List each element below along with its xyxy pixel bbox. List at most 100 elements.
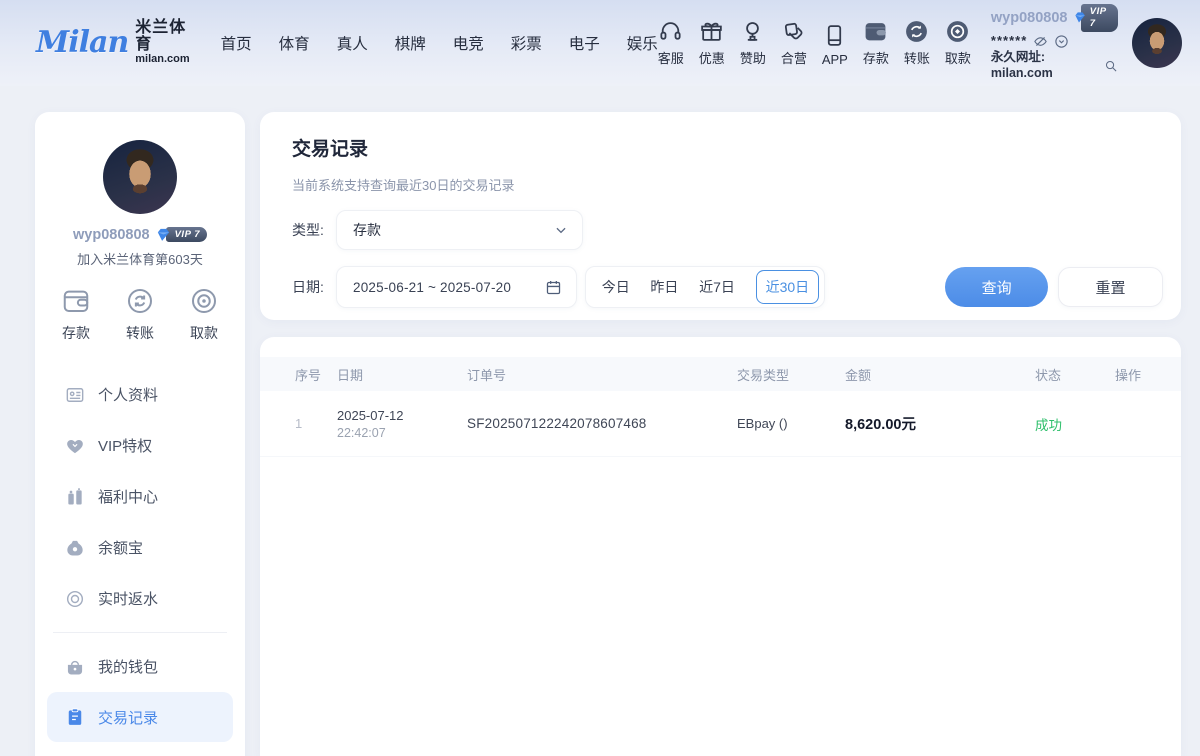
sidebar-quick-actions: 存款 转账 取款: [35, 286, 245, 343]
vip-gem-icon: [155, 226, 172, 243]
quick-link-label: 合营: [781, 48, 807, 67]
col-index: 序号: [295, 365, 337, 384]
chevron-down-icon: [554, 223, 568, 237]
quick-link-label: 赞助: [740, 48, 766, 67]
welfare-icon: [65, 487, 85, 507]
row-amount: 8,620.00元: [845, 413, 1035, 434]
logo-cn: 米兰体育: [135, 20, 190, 54]
quick-link-sponsor[interactable]: 赞助: [740, 19, 766, 67]
date-range-value: 2025-06-21 ~ 2025-07-20: [353, 280, 545, 295]
quick-action-label: 存款: [62, 323, 90, 343]
sidebar-item-yuebao[interactable]: 余额宝: [35, 522, 245, 573]
sidebar-item-transactions[interactable]: 交易记录: [47, 692, 233, 742]
header-avatar[interactable]: [1132, 18, 1182, 68]
quick-action-transfer[interactable]: 转账: [125, 286, 155, 343]
sidebar-item-label: VIP特权: [98, 435, 152, 456]
type-select-value: 存款: [353, 220, 554, 240]
row-date-time: 22:42:07: [337, 426, 467, 440]
quick-link-support[interactable]: 客服: [658, 19, 684, 67]
range-7days-button[interactable]: 近7日: [699, 277, 735, 297]
quick-action-deposit[interactable]: 存款: [61, 286, 91, 343]
col-order-no: 订单号: [467, 365, 737, 384]
brand-logo[interactable]: Milan 米兰体育 milan.com: [36, 20, 191, 65]
quick-action-label: 取款: [190, 323, 218, 343]
withdraw-outline-icon: [189, 286, 219, 316]
sidebar-item-vip[interactable]: VIP特权: [35, 420, 245, 471]
quick-link-app[interactable]: APP: [822, 23, 848, 67]
purse-icon: [65, 657, 85, 677]
type-select[interactable]: 存款: [336, 210, 583, 250]
page-subtitle: 当前系统支持查询最近30日的交易记录: [292, 175, 1163, 194]
sidebar-item-label: 福利中心: [98, 486, 158, 507]
eye-off-icon[interactable]: [1033, 34, 1048, 49]
range-today-button[interactable]: 今日: [602, 277, 630, 297]
quick-link-label: 转账: [904, 48, 930, 67]
gift-icon: [699, 19, 724, 44]
row-order-no: SF202507122242078607468: [467, 416, 737, 431]
sidebar-item-wallet[interactable]: 我的钱包: [35, 641, 245, 692]
moneybag-icon: [65, 538, 85, 558]
quick-action-label: 转账: [126, 323, 154, 343]
nav-slots[interactable]: 电子: [569, 32, 600, 54]
sidebar-item-label: 我的钱包: [98, 656, 158, 677]
sidebar-vip-badge: VIP 7: [155, 226, 207, 243]
row-type: EBpay (): [737, 416, 845, 431]
range-yesterday-button[interactable]: 昨日: [650, 277, 678, 297]
transactions-table-card: 序号 日期 订单号 交易类型 金额 状态 操作 1 2025-07-12 22:…: [260, 337, 1181, 756]
date-range-input[interactable]: 2025-06-21 ~ 2025-07-20: [336, 266, 577, 308]
nav-cards[interactable]: 棋牌: [395, 32, 426, 54]
quick-link-transfer[interactable]: 转账: [904, 19, 930, 67]
sidebar: wyp080808 VIP 7 加入米兰体育第603天 存款 转账 取款: [35, 112, 245, 756]
col-amount: 金额: [845, 365, 1035, 384]
quick-link-label: APP: [822, 52, 848, 67]
quick-link-withdraw[interactable]: 取款: [945, 19, 971, 67]
header-user-block: wyp080808 VIP 7 ****** 永久网址: milan.com: [991, 4, 1118, 81]
range-30days-button[interactable]: 近30日: [756, 270, 820, 304]
sidebar-menu: 个人资料 VIP特权 福利中心 余额宝 实时返水: [35, 369, 245, 742]
circle-chevron-down-icon[interactable]: [1054, 34, 1069, 49]
wallet-dark-icon: [863, 19, 888, 44]
vip-badge: VIP 7: [1073, 4, 1119, 32]
quick-range-group: 今日 昨日 近7日 近30日: [585, 266, 825, 308]
logo-domain: milan.com: [135, 54, 190, 66]
sidebar-avatar: [103, 140, 177, 214]
sidebar-item-label: 个人资料: [98, 384, 158, 405]
masked-balance: ******: [991, 33, 1027, 49]
table-header-row: 序号 日期 订单号 交易类型 金额 状态 操作: [260, 357, 1181, 391]
quick-link-label: 取款: [945, 48, 971, 67]
quick-link-label: 优惠: [699, 48, 725, 67]
quick-link-deposit[interactable]: 存款: [863, 19, 889, 67]
quick-link-promo[interactable]: 优惠: [699, 19, 725, 67]
table-row: 1 2025-07-12 22:42:07 SF2025071222420786…: [260, 391, 1181, 457]
col-action: 操作: [1115, 365, 1165, 384]
id-card-icon: [65, 385, 85, 405]
row-status-badge: 成功: [1035, 414, 1115, 434]
rebate-icon: [65, 589, 85, 609]
sidebar-item-welfare[interactable]: 福利中心: [35, 471, 245, 522]
nav-esports[interactable]: 电竞: [453, 32, 484, 54]
handshake-icon: [781, 19, 806, 44]
vip-heart-icon: [65, 436, 85, 456]
search-button[interactable]: 查询: [945, 267, 1048, 307]
nav-sports[interactable]: 体育: [279, 32, 310, 54]
magnifier-icon[interactable]: [1104, 59, 1118, 74]
date-filter-row: 日期: 2025-06-21 ~ 2025-07-20 今日 昨日 近7日 近3…: [292, 266, 1163, 308]
quick-action-withdraw[interactable]: 取款: [189, 286, 219, 343]
type-filter-row: 类型: 存款: [292, 210, 1163, 250]
nav-lottery[interactable]: 彩票: [511, 32, 542, 54]
headset-icon: [658, 19, 683, 44]
nav-home[interactable]: 首页: [221, 32, 252, 54]
vip-gem-icon: [1073, 10, 1087, 27]
transfer-outline-icon: [125, 286, 155, 316]
quick-link-affiliate[interactable]: 合营: [781, 19, 807, 67]
sidebar-item-rebate[interactable]: 实时返水: [35, 573, 245, 624]
permanent-url-label: 永久网址: milan.com: [991, 50, 1101, 81]
withdraw-dark-icon: [945, 19, 970, 44]
quick-link-label: 存款: [863, 48, 889, 67]
quick-link-label: 客服: [658, 48, 684, 67]
nav-entertainment[interactable]: 娱乐: [627, 32, 658, 54]
sidebar-item-profile[interactable]: 个人资料: [35, 369, 245, 420]
reset-button[interactable]: 重置: [1058, 267, 1163, 307]
trophy-icon: [740, 19, 765, 44]
nav-live[interactable]: 真人: [337, 32, 368, 54]
